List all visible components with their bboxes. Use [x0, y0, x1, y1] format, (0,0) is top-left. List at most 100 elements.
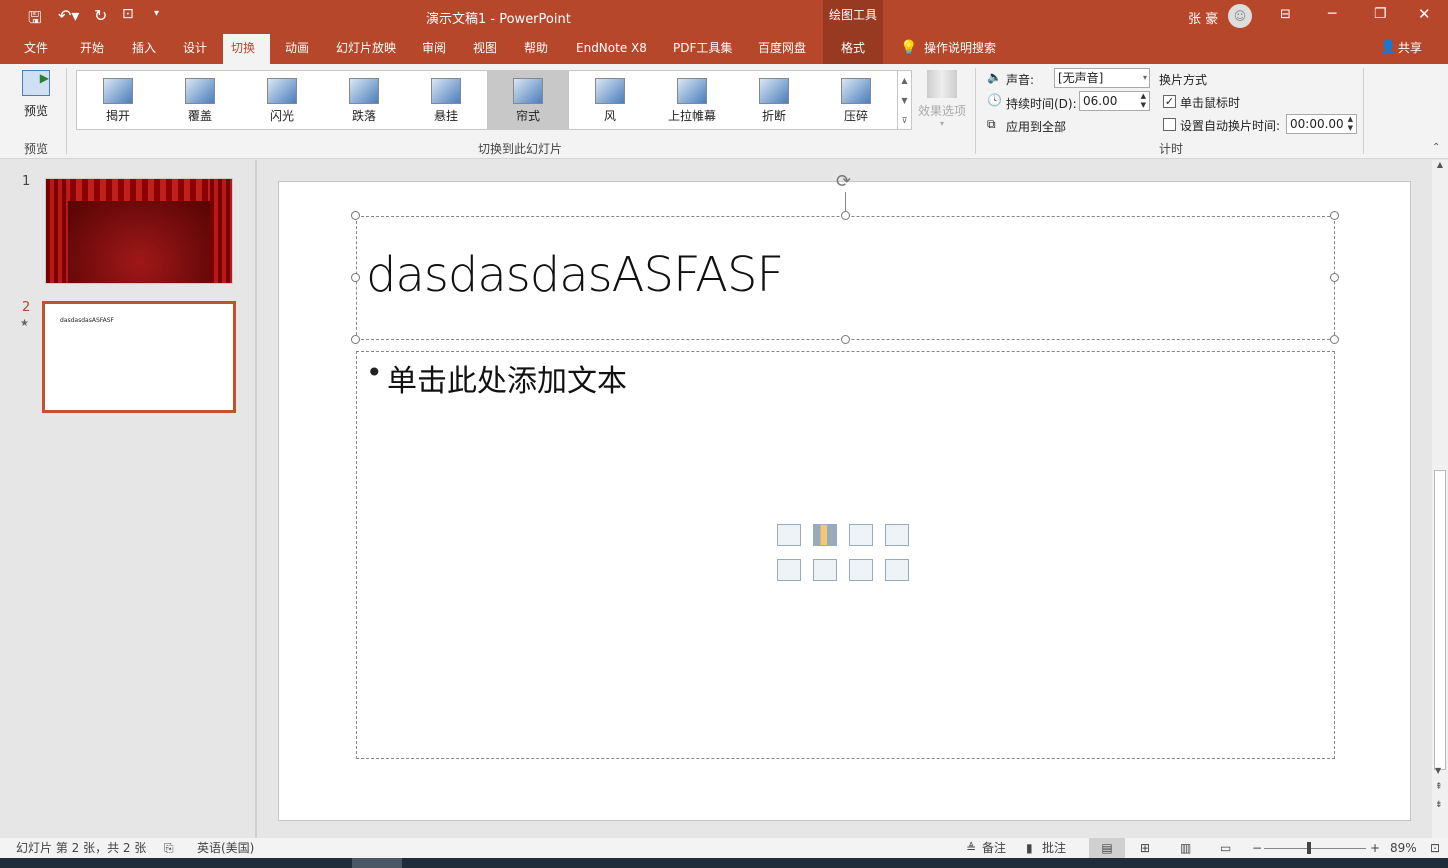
tab-review[interactable]: 审阅	[414, 34, 454, 64]
insert-chart-icon[interactable]	[813, 524, 837, 546]
gallery-down-icon[interactable]: ▼	[898, 91, 911, 111]
minimize-icon[interactable]: ─	[1328, 6, 1336, 22]
transition-2[interactable]: 闪光	[241, 71, 323, 129]
transition-gallery: 揭开 覆盖 闪光 跌落 悬挂 帘式 风 上拉帷幕 折断 压碎	[76, 70, 912, 130]
slide-title[interactable]: dasdasdasASFASF	[366, 247, 784, 303]
start-slideshow-icon[interactable]: ⊡	[122, 6, 134, 22]
collapse-ribbon-icon[interactable]: ⌃	[1432, 142, 1440, 153]
redo-icon[interactable]: ↻	[94, 6, 107, 25]
normal-view-icon[interactable]: ▤	[1089, 838, 1125, 858]
tab-design[interactable]: 设计	[175, 34, 215, 64]
preview-button[interactable]: ▶ 预览	[14, 70, 58, 119]
fit-to-window-icon[interactable]: ⊡	[1430, 838, 1440, 858]
clock-icon: 🕓	[987, 93, 1002, 107]
tab-animations[interactable]: 动画	[277, 34, 317, 64]
insert-icon-icon[interactable]	[885, 559, 909, 581]
slide-info: 幻灯片 第 2 张，共 2 张	[16, 841, 147, 855]
insert-smartart-icon[interactable]	[849, 524, 873, 546]
gallery-more-icon[interactable]: ⊽	[898, 111, 911, 131]
tab-view[interactable]: 视图	[465, 34, 505, 64]
scroll-down-icon[interactable]: ▼	[1435, 766, 1441, 775]
zoom-slider-thumb[interactable]	[1307, 842, 1311, 854]
transition-icon	[759, 78, 789, 104]
zoom-slider[interactable]	[1264, 848, 1366, 849]
zoom-out-button[interactable]: −	[1252, 838, 1262, 858]
sound-dropdown[interactable]: [无声音] ▾	[1054, 68, 1150, 88]
reading-view-icon[interactable]: ▥	[1180, 838, 1191, 858]
tab-baidu[interactable]: 百度网盘	[750, 34, 814, 64]
ribbon-display-icon[interactable]: ⊟	[1280, 7, 1291, 22]
tab-help[interactable]: 帮助	[516, 34, 556, 64]
spinner-icon[interactable]: ▲ ▼	[1348, 115, 1353, 133]
transition-0[interactable]: 揭开	[77, 71, 159, 129]
sound-label: 声音:	[1006, 73, 1035, 87]
tab-transitions[interactable]: 切换	[223, 34, 270, 64]
transition-7[interactable]: 上拉帷幕	[651, 71, 733, 129]
insert-table-icon[interactable]	[777, 524, 801, 546]
notes-button[interactable]: 备注	[982, 838, 1006, 858]
transition-1[interactable]: 覆盖	[159, 71, 241, 129]
undo-icon[interactable]: ↶▾	[58, 6, 79, 25]
tab-insert[interactable]: 插入	[124, 34, 164, 64]
customize-qat-icon[interactable]: ▾	[154, 8, 159, 19]
transition-9[interactable]: 压碎	[815, 71, 897, 129]
transition-icon	[677, 78, 707, 104]
gallery-up-icon[interactable]: ▲	[898, 71, 911, 91]
chevron-down-icon[interactable]: ▾	[1143, 69, 1147, 87]
slideshow-view-icon[interactable]: ▭	[1220, 838, 1231, 858]
slide-thumbnail-1[interactable]	[45, 178, 233, 284]
preview-icon: ▶	[22, 70, 50, 96]
transition-3[interactable]: 跌落	[323, 71, 405, 129]
previous-slide-icon[interactable]: ⇞	[1435, 782, 1443, 792]
insert-video-icon[interactable]	[849, 559, 873, 581]
spellcheck-icon[interactable]: ⎘	[164, 838, 174, 858]
comments-icon[interactable]: ▮	[1026, 838, 1033, 858]
scroll-up-icon[interactable]: ▲	[1432, 160, 1448, 169]
restore-icon[interactable]: ❐	[1374, 6, 1387, 22]
zoom-in-button[interactable]: +	[1370, 838, 1380, 858]
insert-picture-icon[interactable]	[777, 559, 801, 581]
avatar[interactable]: ☺	[1228, 4, 1252, 28]
tab-slideshow[interactable]: 幻灯片放映	[328, 34, 404, 64]
tab-home[interactable]: 开始	[72, 34, 112, 64]
tab-endnote[interactable]: EndNote X8	[568, 34, 655, 64]
rotate-handle-icon[interactable]: ⟳	[836, 171, 851, 192]
language[interactable]: 英语(美国)	[197, 838, 254, 858]
transition-5[interactable]: 帘式	[487, 71, 569, 129]
scrollbar-thumb[interactable]	[1434, 470, 1446, 770]
slide-sorter-icon[interactable]: ⊞	[1140, 838, 1150, 858]
effect-options-button[interactable]: 效果选项 ▾	[916, 70, 968, 128]
tab-file[interactable]: 文件	[16, 34, 56, 64]
title-placeholder[interactable]: dasdasdasASFASF	[356, 216, 1335, 340]
transition-8[interactable]: 折断	[733, 71, 815, 129]
user-name[interactable]: 张 豪	[1188, 8, 1218, 27]
zoom-level[interactable]: 89%	[1390, 838, 1417, 858]
transition-icon	[595, 78, 625, 104]
insert-3d-model-icon[interactable]	[885, 524, 909, 546]
transition-4[interactable]: 悬挂	[405, 71, 487, 129]
apply-all-button[interactable]: 应用到全部	[1006, 118, 1066, 135]
gallery-scroll[interactable]: ▲ ▼ ⊽	[897, 70, 912, 130]
body-text[interactable]: 单击此处添加文本	[387, 356, 627, 400]
close-icon[interactable]: ✕	[1418, 5, 1431, 23]
after-time-input[interactable]: 00:00.00 ▲ ▼	[1286, 114, 1357, 134]
share-button[interactable]: 共享	[1390, 34, 1430, 64]
notes-icon[interactable]: ≜	[966, 838, 976, 858]
transition-6[interactable]: 风	[569, 71, 651, 129]
tab-pdf[interactable]: PDF工具集	[665, 34, 740, 64]
save-icon[interactable]: 🖫	[28, 7, 42, 34]
content-placeholder[interactable]: • 单击此处添加文本	[356, 351, 1335, 759]
insert-online-picture-icon[interactable]	[813, 559, 837, 581]
transition-label: 上拉帷幕	[667, 109, 716, 123]
duration-input[interactable]: 06.00 ▲ ▼	[1079, 91, 1150, 111]
after-checkbox[interactable]	[1163, 118, 1176, 131]
on-click-checkbox[interactable]: ✓	[1163, 95, 1176, 108]
slide-thumbnail-2[interactable]: dasdasdasASFASF	[42, 301, 236, 413]
vertical-scrollbar[interactable]: ▲ ▼ ⇞ ⇟	[1432, 160, 1448, 838]
spinner-icon[interactable]: ▲ ▼	[1141, 92, 1146, 110]
tell-me-search[interactable]: 操作说明搜索	[916, 34, 1004, 64]
next-slide-icon[interactable]: ⇟	[1435, 800, 1443, 810]
tab-format[interactable]: 格式	[823, 34, 883, 64]
pane-splitter[interactable]	[255, 160, 257, 838]
comments-button[interactable]: 批注	[1042, 838, 1066, 858]
